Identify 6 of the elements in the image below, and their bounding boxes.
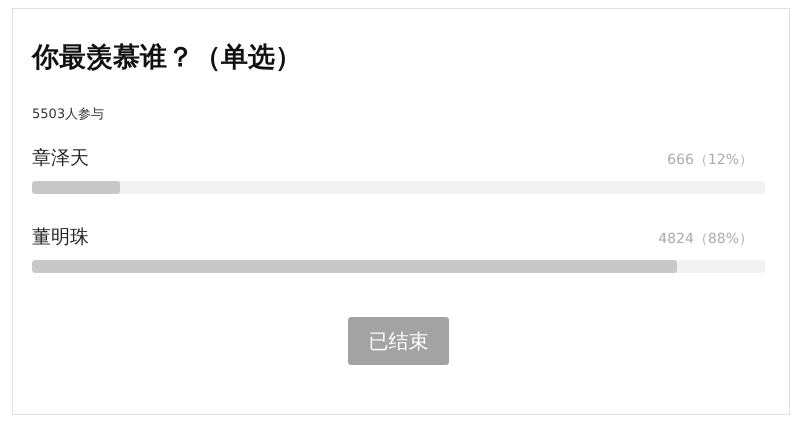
option-name: 章泽天: [32, 146, 89, 171]
participant-count: 5503人参与: [32, 106, 106, 123]
poll-title: 你最羡慕谁？（单选）: [32, 41, 303, 75]
option-name: 董明珠: [32, 225, 89, 250]
vote-result: 666（12%）: [667, 151, 753, 169]
vote-result: 4824（88%）: [658, 230, 753, 248]
